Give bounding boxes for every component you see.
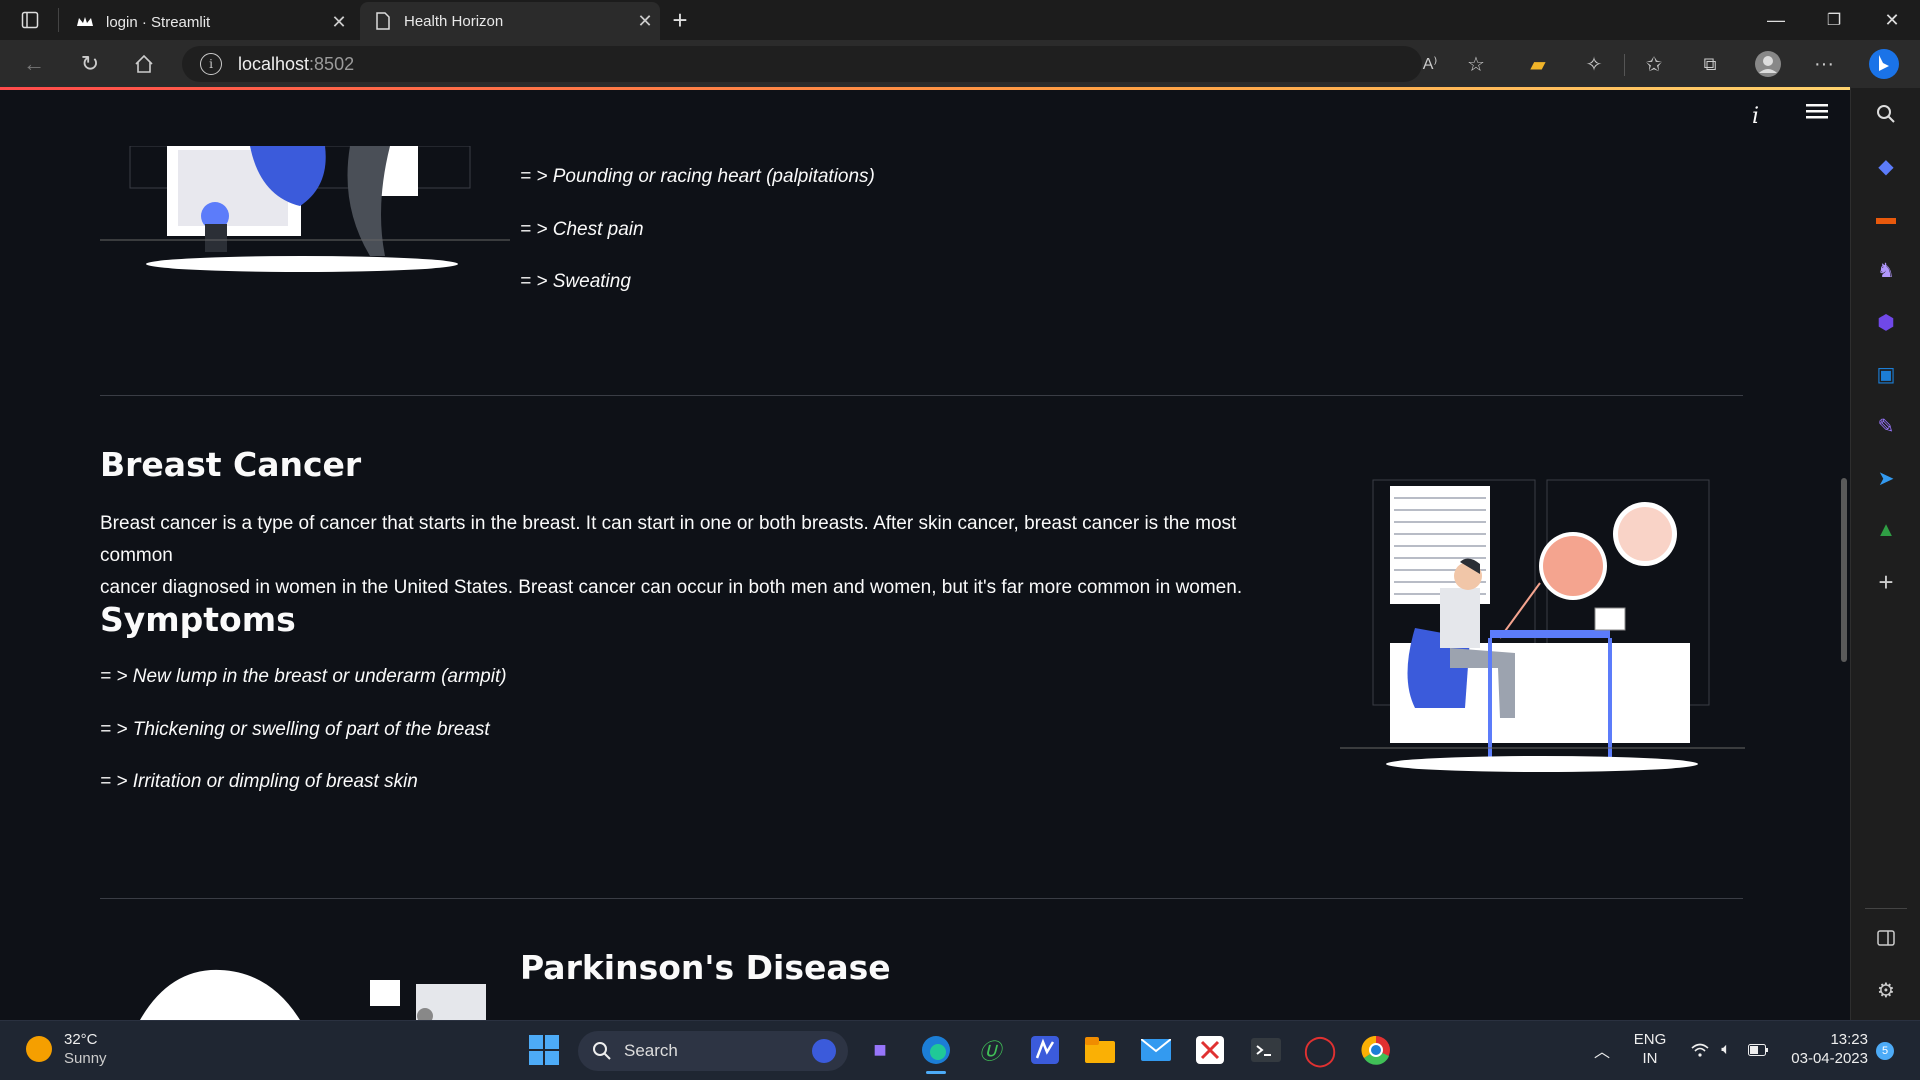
clock-time[interactable]: 13:23 — [1776, 1031, 1868, 1049]
address-bar[interactable]: i localhost:8502 — [182, 46, 1422, 82]
page-icon — [372, 10, 394, 32]
favorite-add-icon[interactable]: ☆ — [1456, 48, 1496, 80]
clock-date[interactable]: 03-04-2023 — [1776, 1050, 1868, 1068]
collections-icon[interactable]: ⧉ — [1690, 48, 1730, 80]
page-scrollbar-thumb[interactable] — [1841, 478, 1847, 662]
new-tab-icon[interactable]: + — [652, 0, 708, 40]
close-window-icon[interactable]: ✕ — [1864, 0, 1920, 40]
opera-icon[interactable]: ◯ — [1300, 1030, 1340, 1070]
tab-label: login · Streamlit — [106, 13, 211, 31]
tab-actions-icon[interactable] — [2, 0, 58, 40]
site-info-icon[interactable]: i — [200, 53, 222, 75]
bing-copilot-icon[interactable] — [1864, 48, 1904, 80]
symptoms-title: Symptoms — [100, 600, 296, 639]
notification-badge[interactable]: 5 — [1876, 1042, 1894, 1060]
minimize-icon[interactable]: — — [1748, 0, 1804, 40]
read-aloud-icon[interactable]: A⁾ — [1410, 48, 1450, 80]
favorites-icon[interactable]: ✩ — [1634, 48, 1674, 80]
outlook-icon[interactable]: ▣ — [1868, 356, 1904, 392]
refresh-icon[interactable]: ↻ — [70, 48, 110, 80]
terminal-icon[interactable] — [1246, 1030, 1286, 1070]
info-icon[interactable]: i — [1752, 104, 1759, 129]
mail-icon[interactable] — [1136, 1030, 1176, 1070]
battery-icon[interactable] — [1738, 1030, 1778, 1070]
streamlit-main: i = > Pounding or racing heart (palpitat… — [0, 90, 1850, 1020]
weather-sun-icon[interactable] — [26, 1036, 52, 1062]
settings-gear-icon[interactable]: ⚙ — [1868, 972, 1904, 1008]
send-icon[interactable]: ➤ — [1868, 460, 1904, 496]
drop-icon[interactable]: ✎ — [1868, 408, 1904, 444]
section-divider — [100, 395, 1743, 396]
add-sidebar-item-icon[interactable]: + — [1868, 564, 1904, 600]
search-icon — [593, 1042, 611, 1060]
tab-login-streamlit[interactable]: login · Streamlit ✕ — [62, 4, 354, 40]
hamburger-menu-icon[interactable] — [1806, 102, 1830, 125]
tab-label: Health Horizon — [404, 12, 504, 30]
xampp-icon[interactable] — [1190, 1030, 1230, 1070]
symptom-item: = > Irritation or dimpling of breast ski… — [100, 771, 418, 792]
edge-sidebar: ◆ ▬ ♞ ⬢ ▣ ✎ ➤ ▲ + ⚙ — [1850, 88, 1920, 1020]
symptom-item: = > Thickening or swelling of part of th… — [100, 719, 490, 740]
restore-icon[interactable]: ❐ — [1806, 0, 1862, 40]
file-explorer-icon[interactable] — [1080, 1030, 1120, 1070]
home-icon[interactable] — [124, 48, 164, 80]
breast-cancer-title: Breast Cancer — [100, 445, 362, 484]
browser-tab-bar: login · Streamlit ✕ Health Horizon ✕ + —… — [0, 0, 1920, 40]
bing-icon — [812, 1039, 836, 1063]
more-options-icon[interactable]: ··· — [1804, 48, 1844, 80]
breast-cancer-illustration — [1340, 479, 1745, 772]
copilot-icon[interactable]: ⬢ — [1868, 304, 1904, 340]
symptom-item: = > Pounding or racing heart (palpitatio… — [520, 166, 875, 187]
symptom-item: = > New lump in the breast or underarm (… — [100, 666, 507, 687]
section-divider — [100, 898, 1743, 899]
tools-briefcase-icon[interactable]: ▬ — [1868, 200, 1904, 236]
region-indicator[interactable]: IN — [1630, 1050, 1670, 1068]
tree-icon[interactable]: ▲ — [1868, 512, 1904, 548]
weather-desc[interactable]: Sunny — [64, 1050, 107, 1068]
app-blue-icon[interactable] — [1025, 1030, 1065, 1070]
symptom-item: = > Chest pain — [520, 219, 644, 240]
profile-avatar[interactable] — [1748, 48, 1788, 80]
taskbar-search[interactable]: Search — [578, 1031, 848, 1071]
wallet-icon[interactable]: ▰ — [1518, 48, 1558, 80]
breast-cancer-description: Breast cancer is a type of cancer that s… — [100, 513, 1243, 598]
parkinsons-title: Parkinson's Disease — [520, 948, 891, 987]
chrome-icon[interactable] — [1356, 1030, 1396, 1070]
close-tab-icon[interactable]: ✕ — [324, 12, 354, 33]
shopping-tag-icon[interactable]: ◆ — [1868, 148, 1904, 184]
back-icon[interactable]: ← — [14, 48, 54, 80]
teams-chat-icon[interactable]: ■ — [860, 1030, 900, 1070]
parkinsons-illustration — [140, 969, 486, 1020]
search-icon[interactable] — [1868, 96, 1904, 132]
weather-temp[interactable]: 32°C — [64, 1031, 98, 1049]
upwork-icon[interactable]: Ⓤ — [970, 1030, 1010, 1070]
edge-app-icon[interactable] — [916, 1030, 956, 1070]
symptom-item: = > Sweating — [520, 271, 631, 292]
split-screen-icon[interactable] — [1868, 920, 1904, 956]
games-chess-icon[interactable]: ♞ — [1868, 252, 1904, 288]
extensions-icon[interactable]: ✧ — [1574, 48, 1614, 80]
show-hidden-icons-icon[interactable]: ︿ — [1582, 1030, 1622, 1070]
url-text: localhost:8502 — [238, 53, 355, 74]
streamlit-crown-icon — [74, 11, 96, 33]
heart-illustration — [100, 146, 510, 272]
language-indicator[interactable]: ENG — [1630, 1031, 1670, 1049]
tab-health-horizon[interactable]: Health Horizon ✕ — [360, 2, 660, 40]
windows-start-icon[interactable] — [524, 1030, 564, 1070]
